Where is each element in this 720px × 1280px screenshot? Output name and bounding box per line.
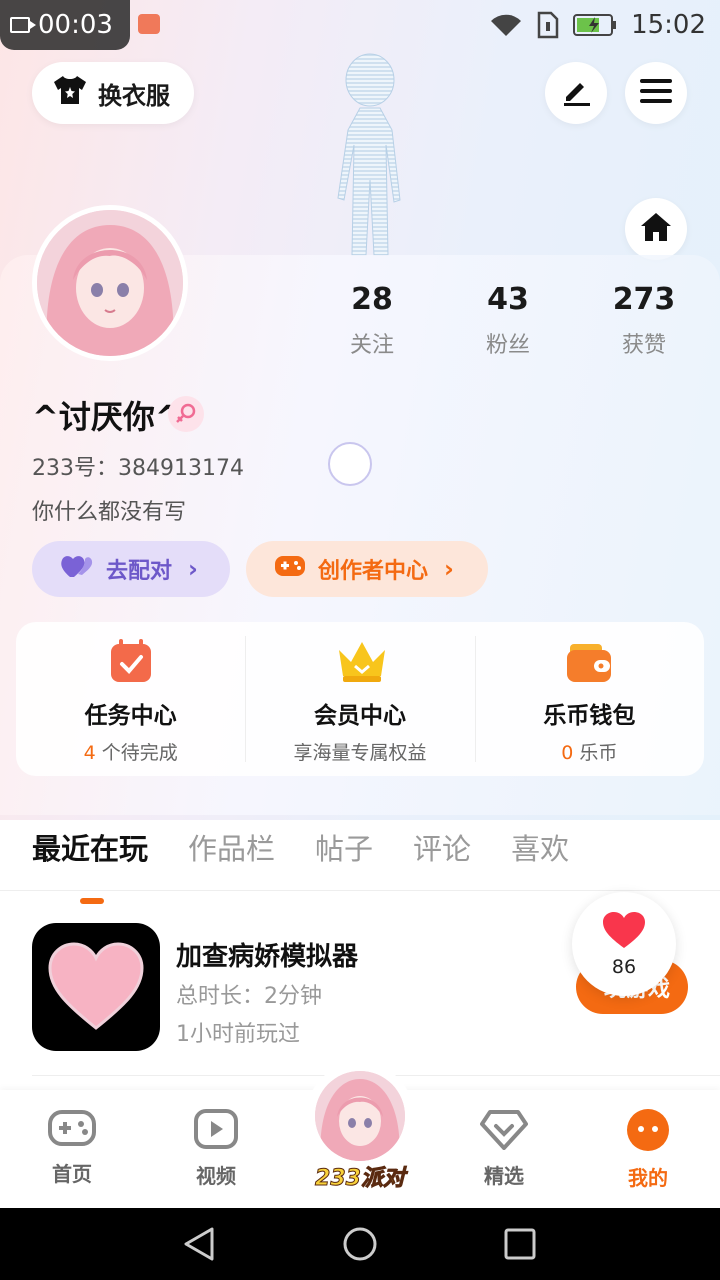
services-panel: 任务中心 4 个待完成 会员中心 享海量专属权益 乐币钱包 0 乐币: [16, 622, 704, 776]
game-duration: 总时长：2分钟: [176, 984, 322, 1009]
edit-profile-button[interactable]: [545, 62, 607, 124]
stat-likes-label: 获赞: [621, 333, 666, 358]
coin-wallet[interactable]: 乐币钱包 0 乐币: [474, 622, 704, 776]
coin-wallet-sub: 0 乐币: [561, 742, 618, 764]
task-calendar-icon: [106, 636, 156, 686]
tab-works[interactable]: 作品栏: [188, 826, 275, 868]
stat-fans-label: 粉丝: [485, 333, 530, 358]
username: ^讨厌你^: [32, 398, 182, 436]
profile-face-icon: [626, 1108, 670, 1156]
home-circle-icon[interactable]: [342, 1226, 378, 1262]
system-navigation-bar: [0, 1208, 720, 1280]
match-label: 去配对: [106, 559, 173, 584]
task-center[interactable]: 任务中心 4 个待完成: [16, 622, 245, 776]
sim-icon: [537, 11, 559, 39]
profile-stats: 28 关注 43 粉丝 273 获赞: [304, 282, 712, 359]
nav-me[interactable]: 我的: [598, 1108, 698, 1191]
battery-icon: [573, 13, 617, 37]
gamepad-icon: [274, 554, 306, 584]
chevron-right-icon: ›: [444, 555, 454, 583]
tab-posts[interactable]: 帖子: [315, 826, 373, 868]
party-avatar-icon: [315, 1071, 405, 1161]
match-button[interactable]: 去配对 ›: [32, 541, 230, 597]
heart-gem-icon: [480, 1108, 528, 1154]
nav-party-label: 233派对: [315, 1166, 406, 1192]
home-button[interactable]: [625, 198, 687, 260]
wifi-icon: [489, 12, 523, 38]
nav-featured[interactable]: 精选: [454, 1108, 554, 1189]
nav-featured-label: 精选: [484, 1164, 524, 1188]
chevron-right-icon: ›: [188, 555, 198, 583]
nav-me-label: 我的: [628, 1166, 668, 1190]
stat-fans[interactable]: 43 粉丝: [440, 282, 576, 359]
menu-button[interactable]: [625, 62, 687, 124]
nav-video[interactable]: 视频: [166, 1108, 266, 1189]
clock: 15:02: [631, 10, 706, 40]
nav-party[interactable]: [306, 1062, 414, 1170]
camera-icon: [10, 17, 36, 33]
game-last-played: 1小时前玩过: [176, 1022, 300, 1047]
game-heart-icon: [32, 923, 160, 1051]
status-bar: 00:03 15:02: [0, 0, 720, 50]
loading-spinner-icon: [328, 442, 372, 486]
creator-center-label: 创作者中心: [318, 559, 429, 584]
task-center-sub: 4 个待完成: [83, 742, 178, 764]
like-float-button[interactable]: 86: [572, 892, 676, 996]
stat-likes[interactable]: 273 获赞: [576, 282, 712, 359]
tabs-divider: [0, 890, 720, 891]
crown-icon: [335, 636, 385, 686]
video-play-icon: [193, 1108, 239, 1154]
stat-fans-value: 43: [487, 282, 529, 317]
tshirt-icon: [52, 74, 88, 112]
stat-following-label: 关注: [349, 333, 394, 358]
edit-icon: [560, 75, 592, 111]
nav-home-label: 首页: [52, 1162, 92, 1186]
stat-likes-value: 273: [612, 282, 676, 317]
vip-center[interactable]: 会员中心 享海量专属权益: [245, 622, 474, 776]
game-name: 加查病娇模拟器: [176, 942, 359, 972]
coin-wallet-title: 乐币钱包: [543, 703, 636, 729]
record-badge-icon: [138, 14, 160, 34]
heart-icon: [601, 910, 647, 954]
like-count: 86: [611, 956, 637, 978]
tab-recent-play[interactable]: 最近在玩: [32, 826, 148, 904]
stat-following[interactable]: 28 关注: [304, 282, 440, 359]
nav-home[interactable]: 首页: [22, 1108, 122, 1187]
gamepad-icon: [47, 1108, 97, 1152]
avatar[interactable]: [32, 205, 188, 361]
vip-center-sub: 享海量专属权益: [293, 742, 427, 764]
back-icon[interactable]: [182, 1226, 218, 1262]
wallet-icon: [564, 636, 614, 686]
nav-video-label: 视频: [196, 1164, 236, 1188]
tab-likes[interactable]: 喜欢: [511, 826, 569, 868]
avatar-3d-figure[interactable]: [300, 50, 420, 260]
change-outfit-button[interactable]: 换衣服: [32, 62, 194, 124]
recents-square-icon[interactable]: [502, 1226, 538, 1262]
record-time: 00:03: [38, 10, 113, 40]
menu-icon: [640, 78, 672, 108]
screen-record-pill[interactable]: 00:03: [0, 0, 130, 50]
user-id: 233号：384913174: [32, 456, 244, 481]
user-bio: 你什么都没有写: [32, 500, 187, 525]
profile-tabs: 最近在玩 作品栏 帖子 评论 喜欢: [32, 826, 569, 904]
hearts-icon: [60, 553, 94, 585]
task-center-title: 任务中心: [84, 703, 177, 729]
tab-comments[interactable]: 评论: [413, 826, 471, 868]
female-gender-icon: [168, 396, 204, 432]
stat-following-value: 28: [351, 282, 393, 317]
bottom-nav: 首页 视频 233派对 精选 我的: [0, 1062, 720, 1208]
creator-center-button[interactable]: 创作者中心 ›: [246, 541, 488, 597]
vip-center-title: 会员中心: [313, 703, 406, 729]
change-outfit-label: 换衣服: [98, 81, 170, 110]
home-icon: [639, 211, 673, 247]
